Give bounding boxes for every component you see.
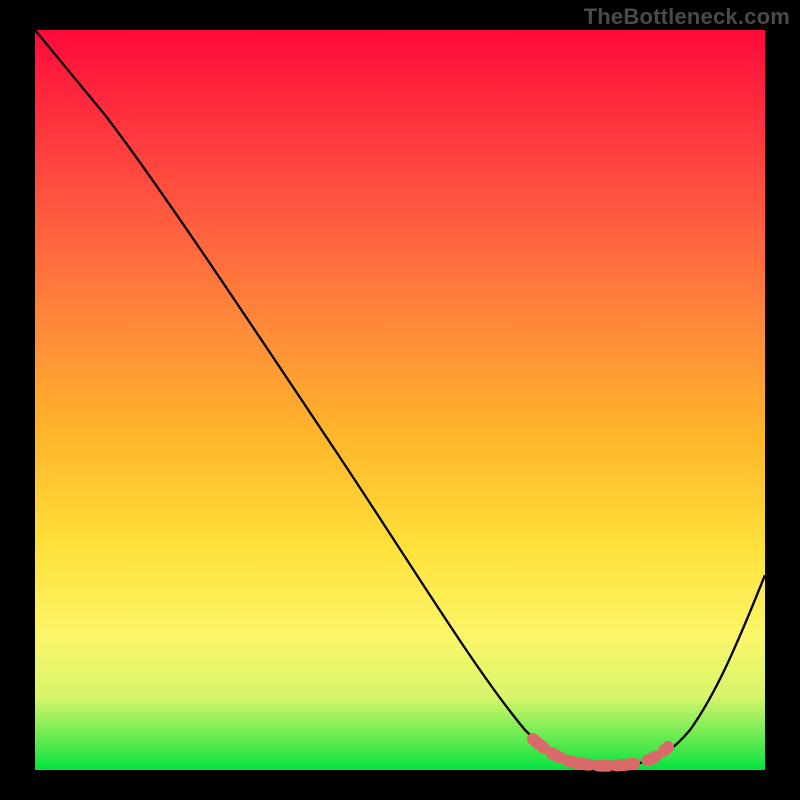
watermark-text: TheBottleneck.com — [584, 4, 790, 30]
chart-frame: TheBottleneck.com — [0, 0, 800, 800]
bottleneck-curve — [35, 30, 765, 765]
flat-region-highlight — [533, 739, 668, 766]
curve-svg — [35, 30, 765, 770]
plot-area — [35, 30, 765, 770]
